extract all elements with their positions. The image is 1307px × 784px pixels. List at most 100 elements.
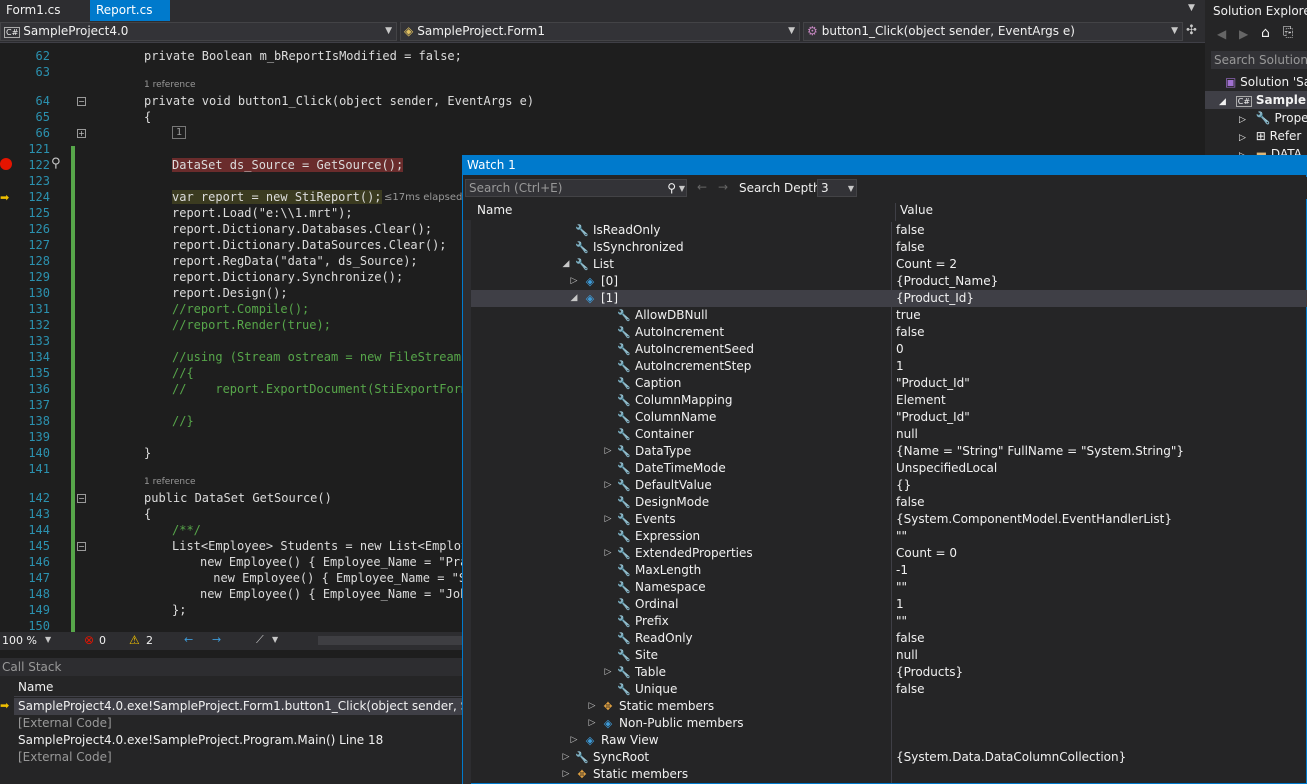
watch-item-value[interactable]: 1 (891, 596, 1307, 613)
watch-item-value[interactable]: null (891, 647, 1307, 664)
forward-icon[interactable]: ▶ (1239, 27, 1248, 41)
watch-item-value[interactable]: {System.ComponentModel.EventHandlerList} (891, 511, 1307, 528)
watch-item-value[interactable]: false (891, 494, 1307, 511)
code-line[interactable]: new Employee() { Employee_Name = "Smi (206, 571, 480, 585)
code-line[interactable]: report.Dictionary.Databases.Clear(); (172, 222, 432, 236)
watch-item-value[interactable]: {Products} (891, 664, 1307, 681)
collapsed-arrow-icon[interactable]: ▷ (603, 511, 613, 528)
back-icon[interactable]: ◀ (1217, 27, 1226, 41)
arrow-left-icon[interactable]: ← (697, 180, 707, 194)
watch-item-value[interactable]: true (891, 307, 1307, 324)
watch-row[interactable]: ▷ 🔧 DefaultValue {} (471, 477, 1307, 494)
watch-row[interactable]: ▷ ✥ Static members (471, 766, 1307, 783)
references-node[interactable]: ▷ ⊞ Refer (1205, 127, 1307, 145)
codelens-references[interactable]: 1 reference (144, 80, 196, 90)
project-node[interactable]: ◢ C# SampleP (1205, 91, 1307, 109)
tab-form1[interactable]: Form1.cs ⊐ × (0, 0, 86, 37)
watch-row[interactable]: 🔧 AllowDBNull true (471, 307, 1307, 324)
collapsed-arrow-icon[interactable]: ▷ (587, 698, 597, 715)
code-line[interactable]: report.RegData("data", ds_Source); (172, 254, 418, 268)
solution-explorer-title[interactable]: Solution Explorer (1213, 4, 1307, 18)
zoom-level[interactable]: 100 % (2, 634, 37, 647)
callstack-column-header[interactable]: Name (14, 679, 462, 697)
code-line[interactable]: public DataSet GetSource() (144, 491, 332, 505)
watch-row[interactable]: 🔧 ColumnMapping Element (471, 392, 1307, 409)
watch-item-value[interactable]: {Name = "String" FullName = "System.Stri… (891, 443, 1307, 460)
tab-overflow-icon[interactable]: ▼ (1188, 3, 1195, 13)
watch-row[interactable]: 🔧 DesignMode false (471, 494, 1307, 511)
sync-icon[interactable]: ⎘ (1283, 25, 1293, 40)
search-icon[interactable]: ⚲ (667, 180, 676, 196)
code-line[interactable]: { (144, 507, 151, 521)
watch-item-value[interactable]: 1 (891, 358, 1307, 375)
watch-item-value[interactable]: "Product_Id" (891, 375, 1307, 392)
watch-item-value[interactable]: {Product_Name} (891, 273, 1307, 290)
code-line[interactable]: //report.Render(true); (172, 318, 331, 332)
watch-row[interactable]: 🔧 IsReadOnly false (471, 222, 1307, 239)
watch-item-value[interactable]: 0 (891, 341, 1307, 358)
watch-item-value[interactable]: "" (891, 613, 1307, 630)
watch-row[interactable]: ▷ 🔧 SyncRoot {System.Data.DataColumnCollect… (471, 749, 1307, 766)
watch-item-value[interactable]: {} (891, 477, 1307, 494)
code-line[interactable]: private Boolean m_bReportIsModified = fa… (144, 49, 462, 63)
watch-row[interactable]: 🔧 Caption "Product_Id" (471, 375, 1307, 392)
arrow-right-icon[interactable]: → (212, 633, 221, 646)
collapse-icon[interactable]: − (77, 542, 86, 551)
watch-item-value[interactable]: Count = 2 (891, 256, 1307, 273)
code-line[interactable]: }; (172, 603, 186, 617)
chevron-down-icon[interactable]: ▼ (679, 181, 685, 197)
watch-item-value[interactable]: Count = 0 (891, 545, 1307, 562)
collapsed-arrow-icon[interactable]: ▷ (603, 477, 613, 494)
code-line[interactable]: // report.ExportDocument(StiExportForma (172, 382, 475, 396)
watch-row[interactable]: 🔧 IsSynchronized false (471, 239, 1307, 256)
watch-row[interactable]: ▷ ◈ Raw View (471, 732, 1307, 749)
solution-search-input[interactable]: Search Solution E (1211, 51, 1307, 69)
code-line[interactable]: report.Design(); (172, 286, 288, 300)
code-line[interactable]: report.Dictionary.DataSources.Clear(); (172, 238, 447, 252)
callstack-row[interactable]: SampleProject4.0.exe!SampleProject.Form1… (14, 698, 462, 715)
watch-row[interactable]: ▷ ✥ Static members (471, 698, 1307, 715)
code-line[interactable]: } (144, 446, 151, 460)
callstack-row[interactable]: [External Code] (14, 715, 462, 732)
watch-row[interactable]: ▷ 🔧 ExtendedProperties Count = 0 (471, 545, 1307, 562)
column-name-header[interactable]: Name (477, 203, 512, 217)
arrow-right-icon[interactable]: → (718, 180, 728, 194)
zoom-chevron-icon[interactable]: ▼ (45, 635, 51, 644)
watch-row[interactable]: ▷ 🔧 Events {System.ComponentModel.EventHand… (471, 511, 1307, 528)
watch-row[interactable]: 🔧 Expression "" (471, 528, 1307, 545)
collapsed-arrow-icon[interactable]: ▷ (587, 715, 597, 732)
project-dropdown[interactable]: C# SampleProject4.0 ▼ (0, 22, 397, 41)
collapsed-arrow-icon[interactable]: ▷ (561, 766, 571, 783)
watch-item-value[interactable]: UnspecifiedLocal (891, 460, 1307, 477)
watch-item-value[interactable]: false (891, 681, 1307, 698)
watch-row[interactable]: 🔧 DateTimeMode UnspecifiedLocal (471, 460, 1307, 477)
arrow-left-icon[interactable]: ← (184, 633, 193, 646)
watch-row[interactable]: 🔧 ReadOnly false (471, 630, 1307, 647)
code-line[interactable]: report.Dictionary.Synchronize(); (172, 270, 403, 284)
code-line[interactable]: private void button1_Click(object sender… (144, 94, 534, 108)
class-dropdown[interactable]: ◈ SampleProject.Form1 ▼ (400, 22, 800, 41)
watch-row[interactable]: 🔧 Site null (471, 647, 1307, 664)
perf-tip[interactable]: ≤17ms elapsed (384, 192, 462, 203)
watch-row[interactable]: 🔧 Namespace "" (471, 579, 1307, 596)
home-icon[interactable]: ⌂ (1261, 25, 1270, 41)
collapsed-arrow-icon[interactable]: ▷ (561, 749, 571, 766)
collapsed-arrow-icon[interactable]: ▷ (603, 443, 613, 460)
code-line[interactable]: //report.Compile(); (172, 302, 309, 316)
watch-row[interactable]: 🔧 ColumnName "Product_Id" (471, 409, 1307, 426)
callstack-row[interactable]: [External Code] (14, 749, 462, 766)
expanded-arrow-icon[interactable]: ◢ (569, 290, 579, 307)
watch-title[interactable]: Watch 1 (463, 155, 1307, 175)
code-line[interactable]: report.Load("e:\\1.mrt"); (172, 206, 353, 220)
search-depth-select[interactable]: 3 ▼ (817, 179, 857, 197)
collapse-icon[interactable]: − (77, 494, 86, 503)
collapse-icon[interactable]: − (77, 97, 86, 106)
collapsed-arrow-icon[interactable]: ▷ (603, 664, 613, 681)
brush-icon[interactable]: ⟋ (256, 633, 264, 647)
watch-row[interactable]: 🔧 Container null (471, 426, 1307, 443)
watch-item-value[interactable]: false (891, 630, 1307, 647)
collapsed-arrow-icon[interactable]: ▷ (569, 273, 579, 290)
watch-row[interactable]: 🔧 MaxLength -1 (471, 562, 1307, 579)
split-icon[interactable]: ✣ (1186, 23, 1197, 38)
code-line[interactable]: //} (172, 414, 194, 428)
